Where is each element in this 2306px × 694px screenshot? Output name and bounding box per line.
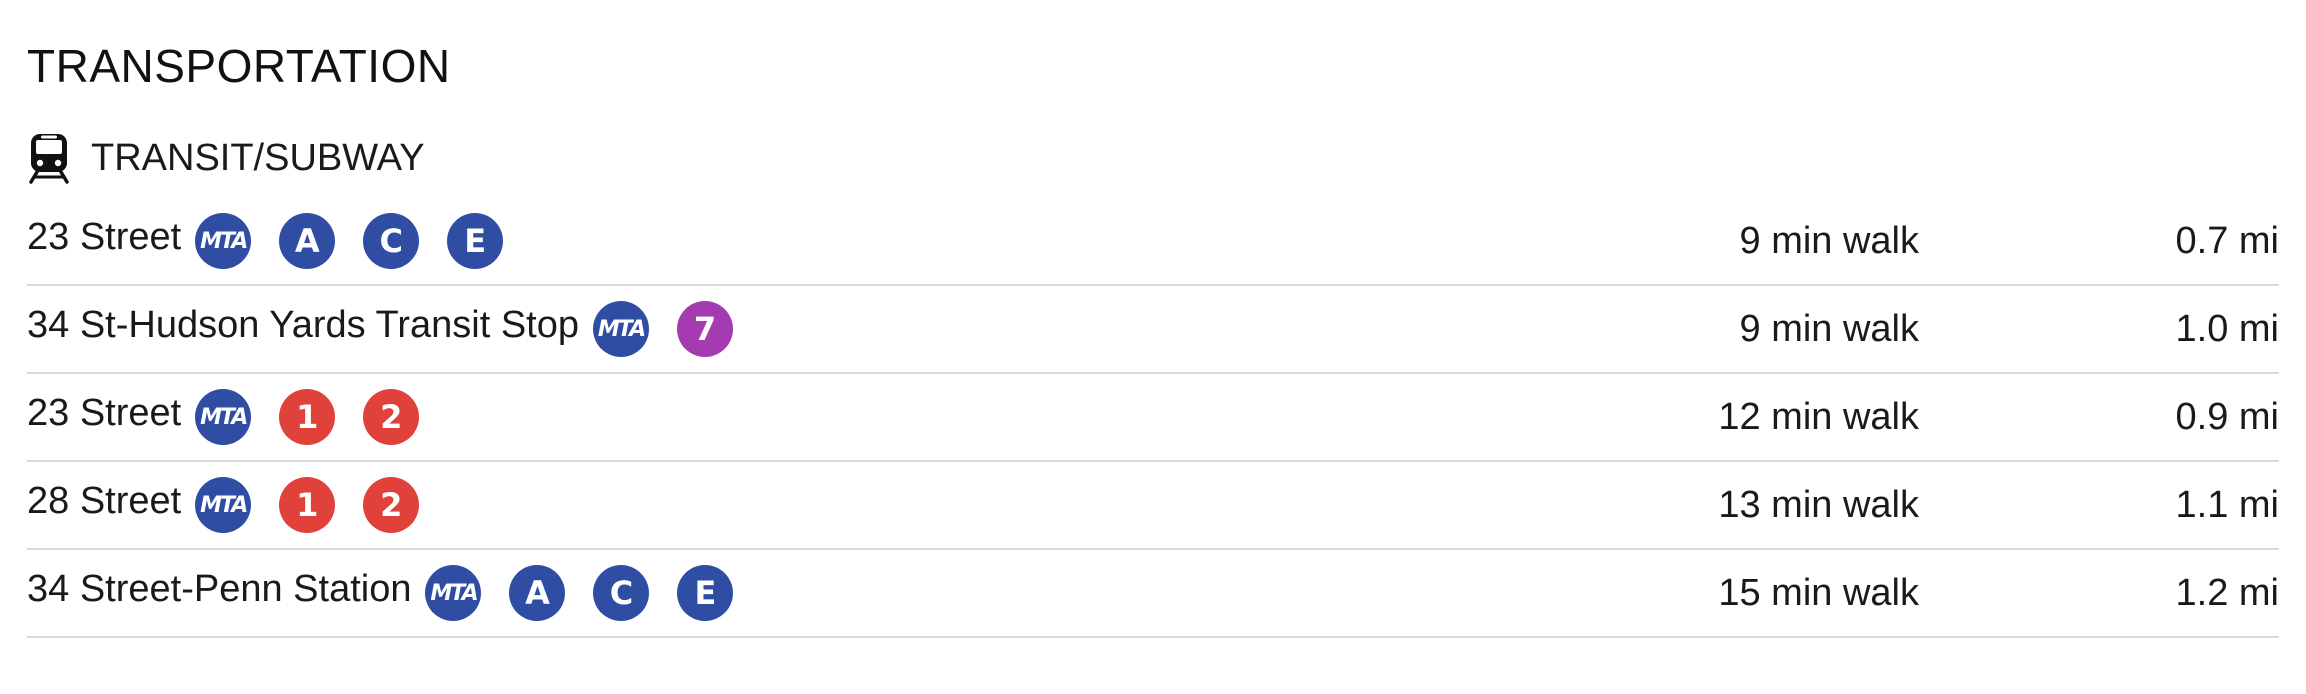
category-label: TRANSIT/SUBWAY [91, 137, 425, 179]
station-name: 28 Street [27, 480, 182, 522]
mta-logo-icon: MTA [195, 477, 252, 533]
mta-logo-icon: MTA [195, 213, 252, 269]
walk-time: 13 min walk [1718, 483, 1919, 526]
section-title: TRANSPORTATION [27, 40, 451, 92]
station-name-group: 23 Street MTA 1 2 [27, 374, 447, 460]
distance: 0.9 mi [2175, 395, 2279, 438]
subway-line-badge: E [677, 565, 734, 621]
mta-logo-icon: MTA [425, 565, 482, 621]
station-row: 23 Street MTA A C E 9 min walk 0.7 mi [27, 198, 2279, 286]
station-row: 28 Street MTA 1 2 13 min walk 1.1 mi [27, 462, 2279, 550]
station-name: 34 St-Hudson Yards Transit Stop [27, 304, 580, 346]
mta-logo-icon: MTA [593, 301, 650, 357]
subway-line-badge: A [509, 565, 566, 621]
station-name: 23 Street [27, 216, 182, 258]
subway-line-badge: E [447, 213, 504, 269]
subway-line-badge: 1 [279, 389, 336, 445]
subway-line-badge: 7 [677, 301, 734, 357]
distance: 0.7 mi [2175, 219, 2279, 262]
subway-line-badge: C [363, 213, 420, 269]
subway-line-badge: C [593, 565, 650, 621]
station-name-group: 34 Street-Penn Station MTA A C E [27, 550, 761, 636]
train-icon [27, 132, 71, 184]
mta-logo-icon: MTA [195, 389, 252, 445]
walk-time: 12 min walk [1718, 395, 1919, 438]
station-row: 34 St-Hudson Yards Transit Stop MTA 7 9 min… [27, 286, 2279, 374]
station-name: 34 Street-Penn Station [27, 568, 412, 610]
walk-time: 9 min walk [1739, 307, 1920, 350]
station-name-group: 28 Street MTA 1 2 [27, 462, 447, 548]
distance: 1.2 mi [2175, 571, 2279, 614]
walk-time: 15 min walk [1718, 571, 1919, 614]
station-row: 34 Street-Penn Station MTA A C E 15 min walk 1… [27, 550, 2279, 638]
walk-time: 9 min walk [1739, 219, 1920, 262]
subway-line-badge: 2 [363, 389, 420, 445]
station-row: 23 Street MTA 1 2 12 min walk 0.9 mi [27, 374, 2279, 462]
station-name: 23 Street [27, 392, 182, 434]
subway-line-badge: A [279, 213, 336, 269]
subway-line-badge: 2 [363, 477, 420, 533]
distance: 1.1 mi [2175, 483, 2279, 526]
station-name-group: 34 St-Hudson Yards Transit Stop MTA 7 [27, 286, 761, 372]
transportation-section: TRANSPORTATION TRANSIT/SUBWAY 23 Street M… [0, 0, 2306, 694]
station-name-group: 23 Street MTA A C E [27, 198, 531, 284]
distance: 1.0 mi [2175, 307, 2279, 350]
transit-category-header: TRANSIT/SUBWAY [27, 130, 425, 186]
station-list: 23 Street MTA A C E 9 min walk 0.7 mi 34 St-Hud… [27, 198, 2279, 638]
subway-line-badge: 1 [279, 477, 336, 533]
